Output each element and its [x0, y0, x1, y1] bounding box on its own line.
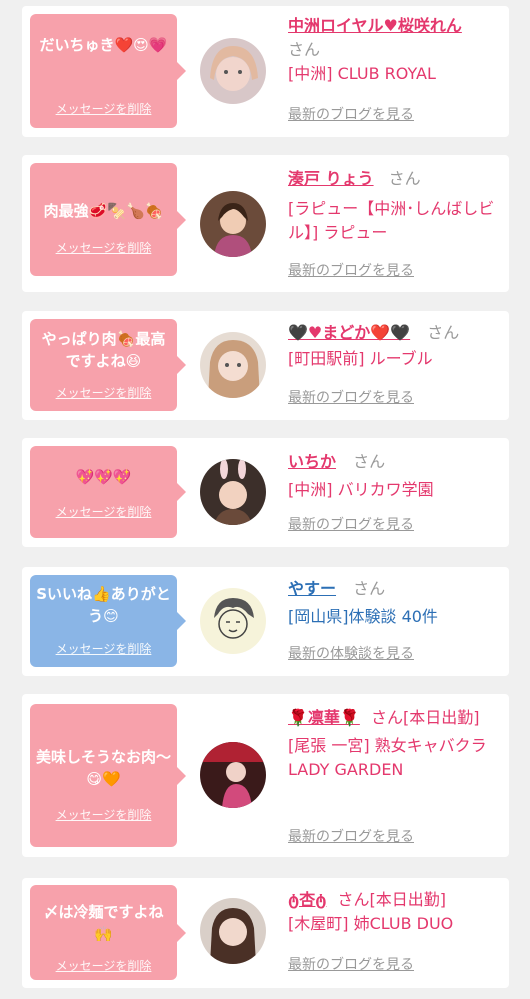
shop-name: [町田駅前] ルーブル	[288, 349, 433, 368]
shop-name: [中洲] バリカワ学園	[288, 480, 434, 499]
avatar[interactable]	[200, 191, 266, 257]
delete-message-link[interactable]: メッセージを削除	[30, 955, 177, 977]
honorific: さん	[388, 169, 421, 188]
cast-info: ტ杏ტ さん[本日出勤] [木屋町] 姉CLUB DUO	[288, 888, 502, 936]
message-text: 美味しそうなお肉〜😋🧡	[36, 748, 172, 788]
honorific: さん[本日出勤]	[337, 890, 447, 909]
shop-name: [中洲] CLUB ROYAL	[288, 64, 436, 83]
cast-name-link[interactable]: 中洲ロイヤル♥桜咲れん	[288, 16, 462, 35]
shop-name: [尾張 一宮] 熟女キャバクラ LADY GARDEN	[288, 736, 487, 779]
message-bubble: 美味しそうなお肉〜😋🧡 メッセージを削除	[30, 704, 186, 847]
cast-name-link[interactable]: 🌹凛華🌹	[288, 708, 360, 727]
latest-blog-link[interactable]: 最新のブログを見る	[288, 387, 414, 407]
message-card: Sいいね👍ありがとう😊 メッセージを削除 やすー さん [岡山県]体験談 40件…	[22, 567, 509, 676]
avatar[interactable]	[200, 332, 266, 398]
delete-message-link[interactable]: メッセージを削除	[30, 638, 177, 660]
message-text: だいちゅき❤️😍💗	[39, 36, 168, 54]
cast-info: やすー さん [岡山県]体験談 40件	[288, 577, 502, 629]
cast-info: 湊戸 りょう さん [ラピュー【中洲･しんばしビル】] ラピュー	[288, 167, 502, 245]
cast-name-link[interactable]: 湊戸 りょう	[288, 169, 374, 188]
avatar[interactable]	[200, 742, 266, 808]
honorific: さん	[353, 452, 386, 471]
delete-message-link[interactable]: メッセージを削除	[30, 804, 177, 826]
message-bubble: だいちゅき❤️😍💗 メッセージを削除	[30, 14, 186, 128]
message-bubble: 〆は冷麺ですよね🙌 メッセージを削除	[30, 885, 186, 980]
message-text: 〆は冷麺ですよね🙌	[43, 903, 164, 943]
cast-info: いちか さん [中洲] バリカワ学園	[288, 450, 502, 502]
delete-message-link[interactable]: メッセージを削除	[30, 501, 177, 523]
cast-name-link[interactable]: やすー	[288, 579, 336, 598]
cast-name-link[interactable]: 🖤♥まどか❤️🖤	[288, 323, 410, 342]
avatar[interactable]	[200, 588, 266, 654]
message-card: 美味しそうなお肉〜😋🧡 メッセージを削除 🌹凛華🌹 さん[本日出勤] [尾張 一…	[22, 694, 509, 857]
latest-blog-link[interactable]: 最新のブログを見る	[288, 826, 414, 846]
honorific: さん	[353, 579, 386, 598]
shop-name: [岡山県]体験談 40件	[288, 607, 438, 626]
message-card: 〆は冷麺ですよね🙌 メッセージを削除 ტ杏ტ さん[本日出勤] [木屋町] 姉C…	[22, 878, 509, 988]
delete-message-link[interactable]: メッセージを削除	[30, 382, 177, 404]
message-card: だいちゅき❤️😍💗 メッセージを削除 中洲ロイヤル♥桜咲れん さん [中洲] C…	[22, 6, 509, 137]
message-card: 肉最強🥩🍢🍗🍖 メッセージを削除 湊戸 りょう さん [ラピュー【中洲･しんばし…	[22, 155, 509, 292]
honorific: さん	[427, 323, 460, 342]
cast-info: 中洲ロイヤル♥桜咲れん さん [中洲] CLUB ROYAL	[288, 14, 502, 86]
latest-blog-link[interactable]: 最新のブログを見る	[288, 104, 414, 124]
message-card: 💖💖💖 メッセージを削除 いちか さん [中洲] バリカワ学園 最新のブログを見…	[22, 438, 509, 547]
honorific: さん[本日出勤]	[370, 708, 480, 727]
honorific: さん	[288, 40, 321, 59]
avatar[interactable]	[200, 459, 266, 525]
message-text: 💖💖💖	[75, 468, 132, 486]
delete-message-link[interactable]: メッセージを削除	[30, 98, 177, 120]
avatar[interactable]	[200, 38, 266, 104]
cast-info: 🖤♥まどか❤️🖤 さん [町田駅前] ルーブル	[288, 321, 502, 371]
message-text: やっぱり肉🍖最高ですよね😆	[41, 330, 166, 370]
latest-blog-link[interactable]: 最新のブログを見る	[288, 954, 414, 974]
message-bubble: 肉最強🥩🍢🍗🍖 メッセージを削除	[30, 163, 186, 276]
cast-name-link[interactable]: ტ杏ტ	[288, 890, 326, 909]
message-text: Sいいね👍ありがとう😊	[36, 585, 171, 625]
shop-name: [ラピュー【中洲･しんばしビル】] ラピュー	[288, 199, 495, 242]
avatar[interactable]	[200, 898, 266, 964]
latest-blog-link[interactable]: 最新のブログを見る	[288, 514, 414, 534]
delete-message-link[interactable]: メッセージを削除	[30, 237, 177, 259]
shop-name: [木屋町] 姉CLUB DUO	[288, 914, 454, 933]
message-bubble: やっぱり肉🍖最高ですよね😆 メッセージを削除	[30, 319, 186, 411]
cast-info: 🌹凛華🌹 さん[本日出勤] [尾張 一宮] 熟女キャバクラ LADY GARDE…	[288, 706, 502, 782]
message-text: 肉最強🥩🍢🍗🍖	[43, 202, 164, 220]
latest-blog-link[interactable]: 最新のブログを見る	[288, 260, 414, 280]
cast-name-link[interactable]: いちか	[288, 452, 336, 471]
message-card: やっぱり肉🍖最高ですよね😆 メッセージを削除 🖤♥まどか❤️🖤 さん [町田駅前…	[22, 311, 509, 420]
message-bubble: Sいいね👍ありがとう😊 メッセージを削除	[30, 575, 186, 667]
latest-experience-link[interactable]: 最新の体験談を見る	[288, 643, 414, 663]
message-bubble: 💖💖💖 メッセージを削除	[30, 446, 186, 538]
